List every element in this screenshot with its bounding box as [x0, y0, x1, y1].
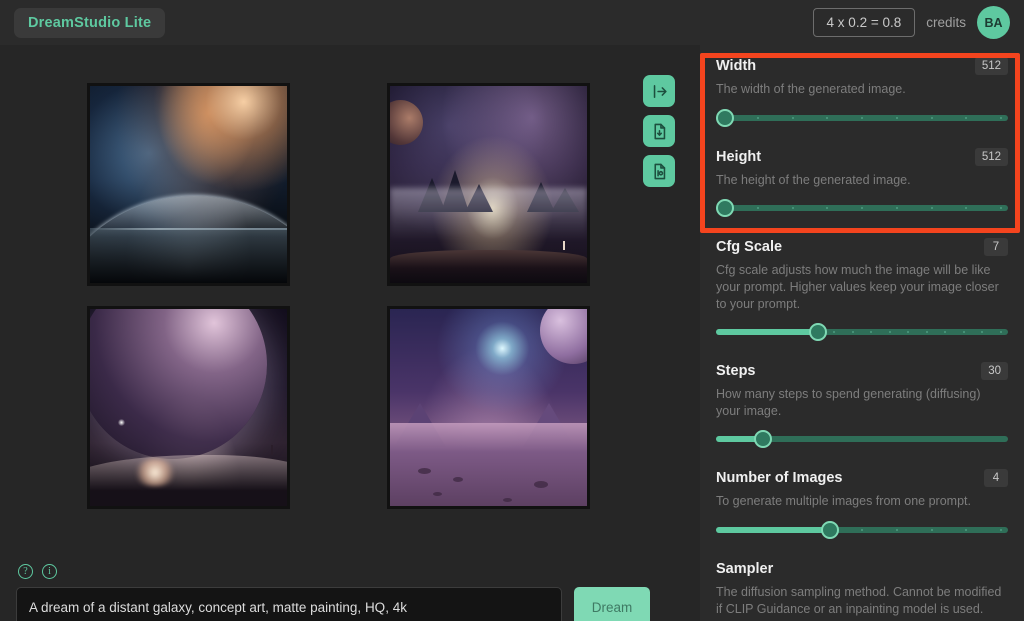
slider-thumb[interactable]	[820, 521, 839, 539]
prompt-row: Dream	[0, 579, 700, 621]
setting-value-badge: 512	[974, 57, 1008, 75]
setting-sampler: Sampler The diffusion sampling method. C…	[716, 558, 1008, 621]
setting-steps: Steps 30 How many steps to spend generat…	[716, 360, 1008, 450]
setting-description: How many steps to spend generating (diff…	[716, 387, 981, 418]
slider-fill	[716, 527, 830, 533]
prompt-input[interactable]	[16, 587, 562, 621]
help-icon-group: ? i	[0, 550, 700, 579]
help-icon[interactable]: ?	[18, 564, 33, 579]
download-image-button[interactable]	[643, 115, 675, 147]
slider-thumb[interactable]	[716, 108, 734, 127]
info-icon[interactable]: i	[42, 564, 57, 579]
artwork-nebula-horizon	[90, 86, 287, 283]
setting-label: Steps	[716, 363, 756, 380]
topbar-right-group: 4 x 0.2 = 0.8 credits BA	[812, 0, 1010, 45]
setting-description: Cfg scale adjusts how much the image wil…	[716, 263, 999, 311]
setting-value-badge: 7	[984, 238, 1008, 257]
artwork-giant-planet-dunes	[90, 309, 287, 506]
setting-value-badge: 4	[984, 469, 1008, 488]
setting-label: Cfg Scale	[716, 239, 783, 256]
height-slider[interactable]	[716, 197, 1008, 219]
credit-cost-box: 4 x 0.2 = 0.8	[812, 8, 916, 37]
setting-header: Width 512	[716, 55, 1008, 77]
arrow-right-to-bar-icon	[651, 83, 668, 100]
artwork-misty-mountains	[390, 86, 587, 283]
width-slider[interactable]	[716, 107, 1008, 129]
setting-header: Height 512	[716, 146, 1008, 168]
image-actions-toolbar	[643, 75, 675, 187]
slider-thumb[interactable]	[716, 199, 734, 218]
image-gallery	[0, 45, 700, 550]
file-download-icon	[651, 123, 668, 140]
send-to-editor-button[interactable]	[643, 75, 675, 107]
file-code-icon	[651, 163, 668, 180]
brand-logo[interactable]: DreamStudio Lite	[14, 7, 166, 38]
prompt-bar: ? i Dream	[0, 550, 700, 621]
slider-thumb[interactable]	[753, 430, 772, 449]
setting-header: Sampler	[716, 558, 1008, 580]
setting-description: The height of the generated image.	[716, 172, 911, 187]
slider-thumb[interactable]	[809, 323, 828, 342]
setting-value-badge: 30	[981, 362, 1008, 381]
setting-label: Width	[716, 58, 757, 74]
setting-header: Steps 30	[716, 360, 1008, 382]
generated-image-2[interactable]	[387, 83, 590, 286]
setting-height: Height 512 The height of the generated i…	[716, 146, 1008, 220]
setting-cfg-scale: Cfg Scale 7 Cfg scale adjusts how much t…	[716, 236, 1008, 343]
setting-label: Sampler	[716, 561, 774, 577]
setting-width: Width 512 The width of the generated ima…	[716, 55, 1008, 129]
steps-slider[interactable]	[716, 428, 1008, 450]
download-metadata-button[interactable]	[643, 155, 675, 187]
top-bar: DreamStudio Lite 4 x 0.2 = 0.8 credits B…	[0, 0, 1024, 45]
setting-label: Height	[716, 148, 762, 165]
setting-value-badge: 512	[974, 147, 1008, 166]
generated-image-4[interactable]	[387, 306, 590, 509]
dreamstudio-app: DreamStudio Lite 4 x 0.2 = 0.8 credits B…	[0, 0, 1024, 621]
setting-description: The diffusion sampling method. Cannot be…	[716, 585, 1002, 616]
setting-number-of-images: Number of Images 4 To generate multiple …	[716, 467, 1008, 541]
number-of-images-slider[interactable]	[716, 519, 1008, 541]
setting-header: Cfg Scale 7	[716, 236, 1008, 258]
generated-image-1[interactable]	[87, 83, 290, 286]
dream-button[interactable]: Dream	[574, 587, 650, 621]
setting-header: Number of Images 4	[716, 467, 1008, 489]
slider-ticks	[716, 205, 1008, 211]
settings-panel: Width 512 The width of the generated ima…	[700, 45, 1024, 621]
setting-label: Number of Images	[716, 470, 843, 487]
setting-description: To generate multiple images from one pro…	[716, 494, 971, 509]
avatar[interactable]: BA	[977, 6, 1010, 39]
credits-label: credits	[926, 15, 966, 30]
generated-image-3[interactable]	[87, 306, 290, 509]
setting-description: The width of the generated image.	[716, 82, 906, 96]
slider-ticks	[716, 115, 1008, 121]
slider-fill	[716, 329, 819, 336]
cfg-scale-slider[interactable]	[716, 321, 1008, 343]
artwork-purple-valley	[390, 309, 587, 506]
